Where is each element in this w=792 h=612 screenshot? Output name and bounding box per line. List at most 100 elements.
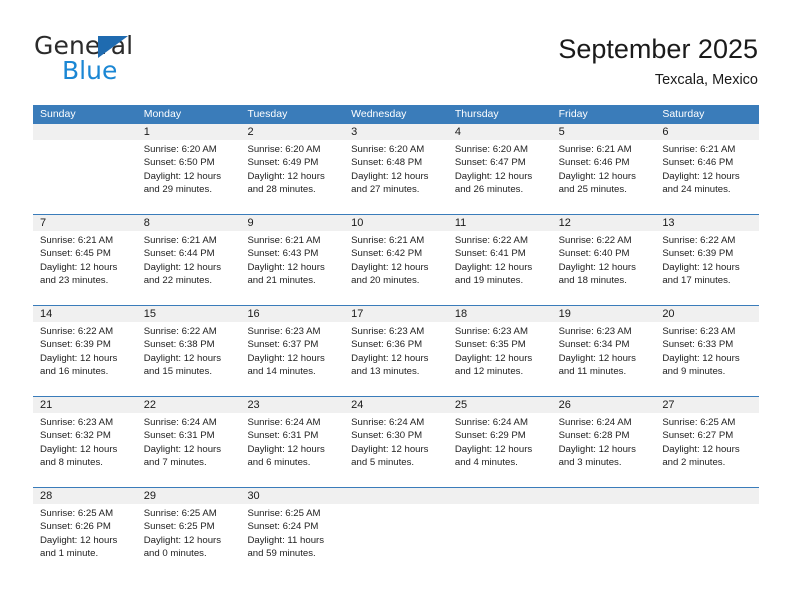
day-details (448, 504, 552, 507)
day-cell[interactable]: 19 Sunrise: 6:23 AM Sunset: 6:34 PM Dayligh… (551, 306, 656, 396)
sunrise-text: Sunrise: 6:22 AM (143, 326, 217, 337)
day-cell[interactable]: 30 Sunrise: 6:25 AM Sunset: 6:24 PM Dayligh… (240, 488, 345, 583)
day-details: Sunrise: 6:23 AM Sunset: 6:32 PM Daylight:… (33, 413, 137, 470)
day-cell-empty (655, 488, 760, 583)
sunrise-text: Sunrise: 6:21 AM (247, 235, 321, 246)
sunset-text: Sunset: 6:44 PM (143, 248, 215, 260)
day-cell[interactable]: 10 Sunrise: 6:21 AM Sunset: 6:42 PM Dayligh… (344, 215, 448, 305)
day-details: Sunrise: 6:21 AM Sunset: 6:46 PM Daylight:… (655, 140, 759, 197)
sunrise-text: Sunrise: 6:24 AM (351, 417, 425, 428)
logo-triangle-icon (98, 36, 128, 58)
sunset-text: Sunset: 6:37 PM (247, 339, 319, 351)
day-number-band: 29 (136, 488, 241, 504)
sunset-text: Sunset: 6:50 PM (143, 157, 215, 169)
daylight-text-line2: and 28 minutes. (247, 184, 316, 196)
page-subtitle: Texcala, Mexico (654, 72, 758, 88)
sunrise-text: Sunrise: 6:23 AM (558, 326, 632, 337)
day-cell[interactable]: 26 Sunrise: 6:24 AM Sunset: 6:28 PM Dayligh… (551, 397, 656, 487)
day-number: 24 (351, 399, 364, 411)
day-details: Sunrise: 6:25 AM Sunset: 6:24 PM Daylight:… (240, 504, 344, 561)
day-cell[interactable]: 1 Sunrise: 6:20 AM Sunset: 6:50 PM Daylight… (136, 124, 241, 214)
sunset-text: Sunset: 6:31 PM (247, 430, 319, 442)
weekday-tuesday: Tuesday (247, 108, 288, 120)
day-details: Sunrise: 6:23 AM Sunset: 6:36 PM Daylight:… (344, 322, 448, 379)
sunrise-text: Sunrise: 6:21 AM (351, 235, 425, 246)
day-cell[interactable]: 24 Sunrise: 6:24 AM Sunset: 6:30 PM Dayligh… (344, 397, 448, 487)
day-cell[interactable]: 11 Sunrise: 6:22 AM Sunset: 6:41 PM Dayligh… (447, 215, 552, 305)
day-details: Sunrise: 6:22 AM Sunset: 6:39 PM Daylight:… (655, 231, 759, 288)
day-cell[interactable]: 23 Sunrise: 6:24 AM Sunset: 6:31 PM Dayligh… (240, 397, 345, 487)
day-cell[interactable]: 27 Sunrise: 6:25 AM Sunset: 6:27 PM Dayligh… (655, 397, 760, 487)
day-cell[interactable]: 2 Sunrise: 6:20 AM Sunset: 6:49 PM Daylight… (240, 124, 345, 214)
day-cell[interactable]: 18 Sunrise: 6:23 AM Sunset: 6:35 PM Dayligh… (447, 306, 552, 396)
generalblue-logo[interactable]: General Blue (34, 32, 224, 90)
day-cell[interactable]: 13 Sunrise: 6:22 AM Sunset: 6:39 PM Dayligh… (655, 215, 760, 305)
day-number-band: 4 (447, 124, 552, 140)
sunset-text: Sunset: 6:24 PM (247, 521, 319, 533)
day-cell[interactable]: 16 Sunrise: 6:23 AM Sunset: 6:37 PM Dayligh… (240, 306, 345, 396)
day-cell[interactable]: 15 Sunrise: 6:22 AM Sunset: 6:38 PM Dayligh… (136, 306, 241, 396)
day-number: 27 (662, 399, 675, 411)
daylight-text-line2: and 27 minutes. (351, 184, 420, 196)
daylight-text-line1: Daylight: 12 hours (558, 352, 636, 364)
sunrise-text: Sunrise: 6:25 AM (662, 417, 736, 428)
day-number-band: 15 (136, 306, 241, 322)
day-number-band: 3 (344, 124, 448, 140)
daylight-text-line2: and 14 minutes. (247, 366, 316, 378)
sunset-text: Sunset: 6:39 PM (662, 248, 734, 260)
day-number-band: 26 (551, 397, 656, 413)
day-cell-empty (551, 488, 656, 583)
day-cell[interactable]: 14 Sunrise: 6:22 AM Sunset: 6:39 PM Dayligh… (33, 306, 137, 396)
day-cell[interactable]: 3 Sunrise: 6:20 AM Sunset: 6:48 PM Daylight… (344, 124, 448, 214)
week-row: 7 Sunrise: 6:21 AM Sunset: 6:45 PM Daylight… (33, 214, 760, 305)
weeks-container: 1 Sunrise: 6:20 AM Sunset: 6:50 PM Daylight… (33, 124, 760, 583)
day-cell[interactable]: 22 Sunrise: 6:24 AM Sunset: 6:31 PM Dayligh… (136, 397, 241, 487)
page-header: General Blue September 2025 Texcala, Mex… (0, 0, 792, 100)
daylight-text-line2: and 6 minutes. (247, 457, 311, 469)
day-number-band: 16 (240, 306, 345, 322)
sunset-text: Sunset: 6:30 PM (351, 430, 423, 442)
day-cell[interactable]: 7 Sunrise: 6:21 AM Sunset: 6:45 PM Daylight… (33, 215, 137, 305)
sunrise-text: Sunrise: 6:20 AM (247, 144, 321, 155)
daylight-text-line2: and 1 minute. (40, 548, 99, 560)
day-number: 7 (40, 217, 47, 229)
day-cell[interactable]: 28 Sunrise: 6:25 AM Sunset: 6:26 PM Dayligh… (33, 488, 137, 583)
day-number-band: 5 (551, 124, 656, 140)
sunset-text: Sunset: 6:34 PM (558, 339, 630, 351)
day-cell[interactable]: 6 Sunrise: 6:21 AM Sunset: 6:46 PM Daylight… (655, 124, 760, 214)
daylight-text-line2: and 15 minutes. (143, 366, 212, 378)
day-cell[interactable]: 25 Sunrise: 6:24 AM Sunset: 6:29 PM Dayligh… (447, 397, 552, 487)
day-number: 6 (662, 126, 669, 138)
daylight-text-line1: Daylight: 12 hours (454, 443, 533, 455)
day-number: 17 (351, 308, 364, 320)
day-cell[interactable]: 5 Sunrise: 6:21 AM Sunset: 6:46 PM Daylight… (551, 124, 656, 214)
sunrise-text: Sunrise: 6:23 AM (454, 326, 528, 337)
daylight-text-line1: Daylight: 12 hours (351, 170, 429, 182)
daylight-text-line1: Daylight: 12 hours (662, 443, 740, 455)
day-cell[interactable]: 9 Sunrise: 6:21 AM Sunset: 6:43 PM Daylight… (240, 215, 345, 305)
day-cell[interactable]: 8 Sunrise: 6:21 AM Sunset: 6:44 PM Daylight… (136, 215, 241, 305)
day-number: 5 (558, 126, 565, 138)
day-cell-empty (344, 488, 448, 583)
sunset-text: Sunset: 6:28 PM (558, 430, 630, 442)
daylight-text-line2: and 3 minutes. (558, 457, 622, 469)
daylight-text-line1: Daylight: 12 hours (351, 261, 429, 273)
day-cell[interactable]: 20 Sunrise: 6:23 AM Sunset: 6:33 PM Dayligh… (655, 306, 760, 396)
weekday-header-row: Sunday Monday Tuesday Wednesday Thursday… (33, 105, 759, 124)
day-number: 20 (662, 308, 675, 320)
day-cell[interactable]: 17 Sunrise: 6:23 AM Sunset: 6:36 PM Dayligh… (344, 306, 448, 396)
day-cell[interactable]: 29 Sunrise: 6:25 AM Sunset: 6:25 PM Dayligh… (136, 488, 241, 583)
day-details: Sunrise: 6:24 AM Sunset: 6:28 PM Daylight:… (552, 413, 656, 470)
day-cell[interactable]: 4 Sunrise: 6:20 AM Sunset: 6:47 PM Daylight… (447, 124, 552, 214)
day-cell[interactable]: 21 Sunrise: 6:23 AM Sunset: 6:32 PM Dayligh… (33, 397, 137, 487)
daylight-text-line2: and 17 minutes. (662, 275, 731, 287)
sunrise-text: Sunrise: 6:24 AM (247, 417, 321, 428)
daylight-text-line1: Daylight: 12 hours (143, 352, 222, 364)
day-details (344, 504, 448, 507)
day-number: 18 (454, 308, 468, 320)
day-cell[interactable]: 12 Sunrise: 6:22 AM Sunset: 6:40 PM Dayligh… (551, 215, 656, 305)
day-details: Sunrise: 6:20 AM Sunset: 6:49 PM Daylight:… (240, 140, 344, 197)
daylight-text-line2: and 11 minutes. (558, 366, 627, 378)
week-row: 1 Sunrise: 6:20 AM Sunset: 6:50 PM Daylight… (33, 124, 760, 214)
day-details: Sunrise: 6:23 AM Sunset: 6:34 PM Daylight:… (552, 322, 656, 379)
